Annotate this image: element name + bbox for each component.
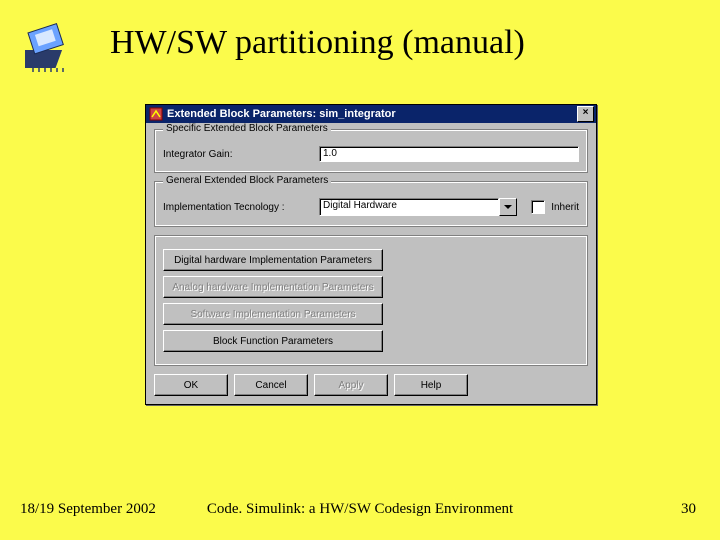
dialog-body: Specific Extended Block Parameters Integ… bbox=[146, 123, 596, 404]
slide-title: HW/SW partitioning (manual) bbox=[110, 24, 525, 62]
block-function-params-button[interactable]: Block Function Parameters bbox=[163, 330, 383, 352]
titlebar[interactable]: Extended Block Parameters: sim_integrato… bbox=[146, 105, 596, 123]
gain-input[interactable]: 1.0 bbox=[319, 146, 579, 162]
close-button[interactable]: × bbox=[577, 106, 594, 122]
param-buttons-group: Digital hardware Implementation Paramete… bbox=[154, 235, 588, 366]
help-button[interactable]: Help bbox=[394, 374, 468, 396]
group-general-legend: General Extended Block Parameters bbox=[163, 175, 331, 186]
close-icon: × bbox=[583, 107, 589, 118]
chevron-down-icon bbox=[504, 205, 512, 209]
slide-number: 30 bbox=[681, 501, 696, 518]
app-icon bbox=[149, 107, 163, 121]
group-specific: Specific Extended Block Parameters Integ… bbox=[154, 129, 588, 173]
group-general: General Extended Block Parameters Implem… bbox=[154, 181, 588, 227]
dialog-footer-buttons: OK Cancel Apply Help bbox=[154, 374, 588, 396]
analog-hw-params-button: Analog hardware Implementation Parameter… bbox=[163, 276, 383, 298]
group-specific-legend: Specific Extended Block Parameters bbox=[163, 123, 331, 134]
cancel-button[interactable]: Cancel bbox=[234, 374, 308, 396]
inherit-checkbox[interactable] bbox=[531, 200, 545, 214]
inherit-label: Inherit bbox=[551, 202, 579, 213]
footer-title: Code. Simulink: a HW/SW Codesign Environ… bbox=[0, 501, 720, 518]
dialog-window: Extended Block Parameters: sim_integrato… bbox=[145, 104, 597, 405]
logo-chip-icon bbox=[25, 20, 85, 75]
digital-hw-params-button[interactable]: Digital hardware Implementation Paramete… bbox=[163, 249, 383, 271]
tech-label: Implementation Tecnology : bbox=[163, 202, 313, 213]
tech-value[interactable]: Digital Hardware bbox=[319, 198, 499, 216]
gain-label: Integrator Gain: bbox=[163, 149, 313, 160]
slide: HW/SW partitioning (manual) Extended Blo… bbox=[0, 0, 720, 540]
apply-button: Apply bbox=[314, 374, 388, 396]
software-params-button: Software Implementation Parameters bbox=[163, 303, 383, 325]
tech-dropdown[interactable]: Digital Hardware bbox=[319, 198, 517, 216]
dropdown-button[interactable] bbox=[499, 198, 517, 216]
titlebar-text: Extended Block Parameters: sim_integrato… bbox=[167, 108, 577, 120]
ok-button[interactable]: OK bbox=[154, 374, 228, 396]
